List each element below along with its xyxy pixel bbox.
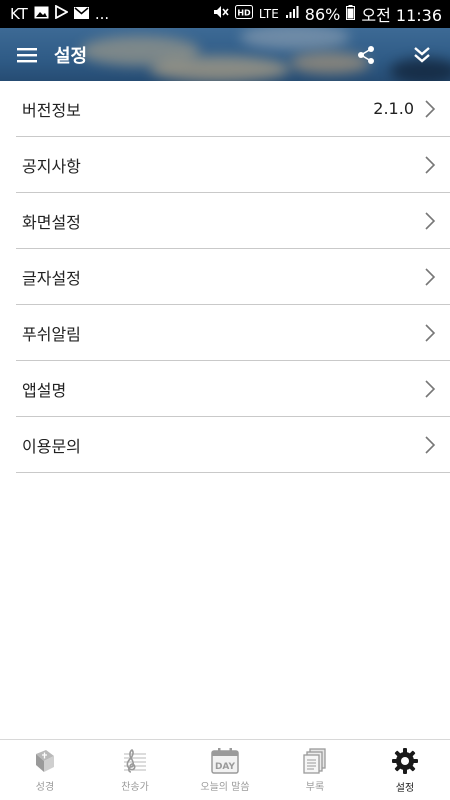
gear-icon bbox=[392, 747, 418, 774]
settings-item-label: 공지사항 bbox=[22, 156, 81, 176]
nav-item-hymn[interactable]: 찬송가 bbox=[90, 740, 180, 800]
nav-label: 설정 bbox=[395, 782, 415, 794]
day-icon-text: DAY bbox=[215, 762, 236, 772]
settings-item-label: 글자설정 bbox=[22, 268, 81, 288]
chevron-right-icon bbox=[425, 267, 436, 286]
hamburger-icon bbox=[17, 47, 37, 62]
documents-icon bbox=[303, 747, 326, 774]
svg-text:HD: HD bbox=[237, 9, 251, 18]
settings-item-notices[interactable]: 공지사항 bbox=[16, 137, 450, 193]
page-title: 설정 bbox=[54, 45, 88, 67]
settings-item-right: 2.1.0 bbox=[373, 99, 436, 119]
carrier-label: KT bbox=[10, 5, 28, 23]
settings-list: 버전정보 2.1.0 공지사항 화면설정 글자설정 푸쉬알림 앱설명 이용문의 bbox=[16, 81, 450, 473]
nav-item-today-word[interactable]: DAY 오늘의 말씀 bbox=[180, 740, 270, 800]
chevron-right-icon bbox=[425, 155, 436, 174]
settings-item-version[interactable]: 버전정보 2.1.0 bbox=[16, 81, 450, 137]
hd-icon: HD bbox=[234, 5, 253, 23]
settings-item-display[interactable]: 화면설정 bbox=[16, 193, 450, 249]
network-type: LTE bbox=[258, 7, 279, 21]
status-left: KT ... bbox=[10, 4, 110, 23]
battery-icon bbox=[346, 4, 356, 24]
signal-icon bbox=[285, 5, 299, 23]
nav-item-appendix[interactable]: 부록 bbox=[270, 740, 360, 800]
image-icon bbox=[34, 5, 49, 23]
day-calendar-icon: DAY bbox=[211, 747, 239, 774]
hymn-icon bbox=[124, 748, 146, 773]
play-store-icon bbox=[54, 4, 69, 23]
mute-icon bbox=[213, 5, 229, 23]
double-chevron-down-icon bbox=[414, 46, 430, 63]
bottom-nav: 성경 찬송가 DAY 오늘의 말씀 부록 설정 bbox=[0, 739, 450, 800]
settings-item-contact[interactable]: 이용문의 bbox=[16, 417, 450, 473]
settings-item-label: 버전정보 bbox=[22, 100, 81, 120]
menu-button[interactable] bbox=[0, 28, 54, 81]
app-header: 설정 bbox=[0, 28, 450, 81]
status-right: HD LTE 86% 오전 11:36 bbox=[213, 2, 442, 26]
status-bar: KT ... HD LTE 86% 오전 11:36 bbox=[0, 0, 450, 28]
nav-label: 성경 bbox=[35, 781, 55, 793]
settings-item-font[interactable]: 글자설정 bbox=[16, 249, 450, 305]
share-button[interactable] bbox=[338, 28, 394, 81]
header-actions bbox=[338, 28, 450, 81]
bible-icon bbox=[36, 749, 54, 772]
nav-item-settings[interactable]: 설정 bbox=[360, 740, 450, 800]
collapse-button[interactable] bbox=[394, 28, 450, 81]
clock: 오전 11:36 bbox=[361, 6, 442, 25]
chevron-right-icon bbox=[425, 99, 436, 118]
nav-label: 찬송가 bbox=[121, 781, 149, 793]
nav-label: 부록 bbox=[305, 781, 325, 793]
settings-item-label: 이용문의 bbox=[22, 436, 81, 456]
settings-item-push[interactable]: 푸쉬알림 bbox=[16, 305, 450, 361]
settings-item-app-info[interactable]: 앱설명 bbox=[16, 361, 450, 417]
version-value: 2.1.0 bbox=[373, 99, 414, 118]
battery-percent: 86% bbox=[304, 4, 341, 24]
header-cloud bbox=[150, 56, 290, 81]
share-icon bbox=[358, 45, 374, 64]
settings-item-label: 앱설명 bbox=[22, 380, 67, 400]
chevron-right-icon bbox=[425, 435, 436, 454]
chevron-right-icon bbox=[425, 211, 436, 230]
settings-item-label: 화면설정 bbox=[22, 212, 81, 232]
mail-icon bbox=[73, 5, 89, 23]
chevron-right-icon bbox=[425, 379, 436, 398]
overflow-indicator: ... bbox=[94, 5, 110, 23]
header-cloud bbox=[240, 28, 350, 50]
chevron-right-icon bbox=[425, 323, 436, 342]
nav-label: 오늘의 말씀 bbox=[200, 781, 250, 793]
settings-item-label: 푸쉬알림 bbox=[22, 324, 81, 344]
nav-item-bible[interactable]: 성경 bbox=[0, 740, 90, 800]
